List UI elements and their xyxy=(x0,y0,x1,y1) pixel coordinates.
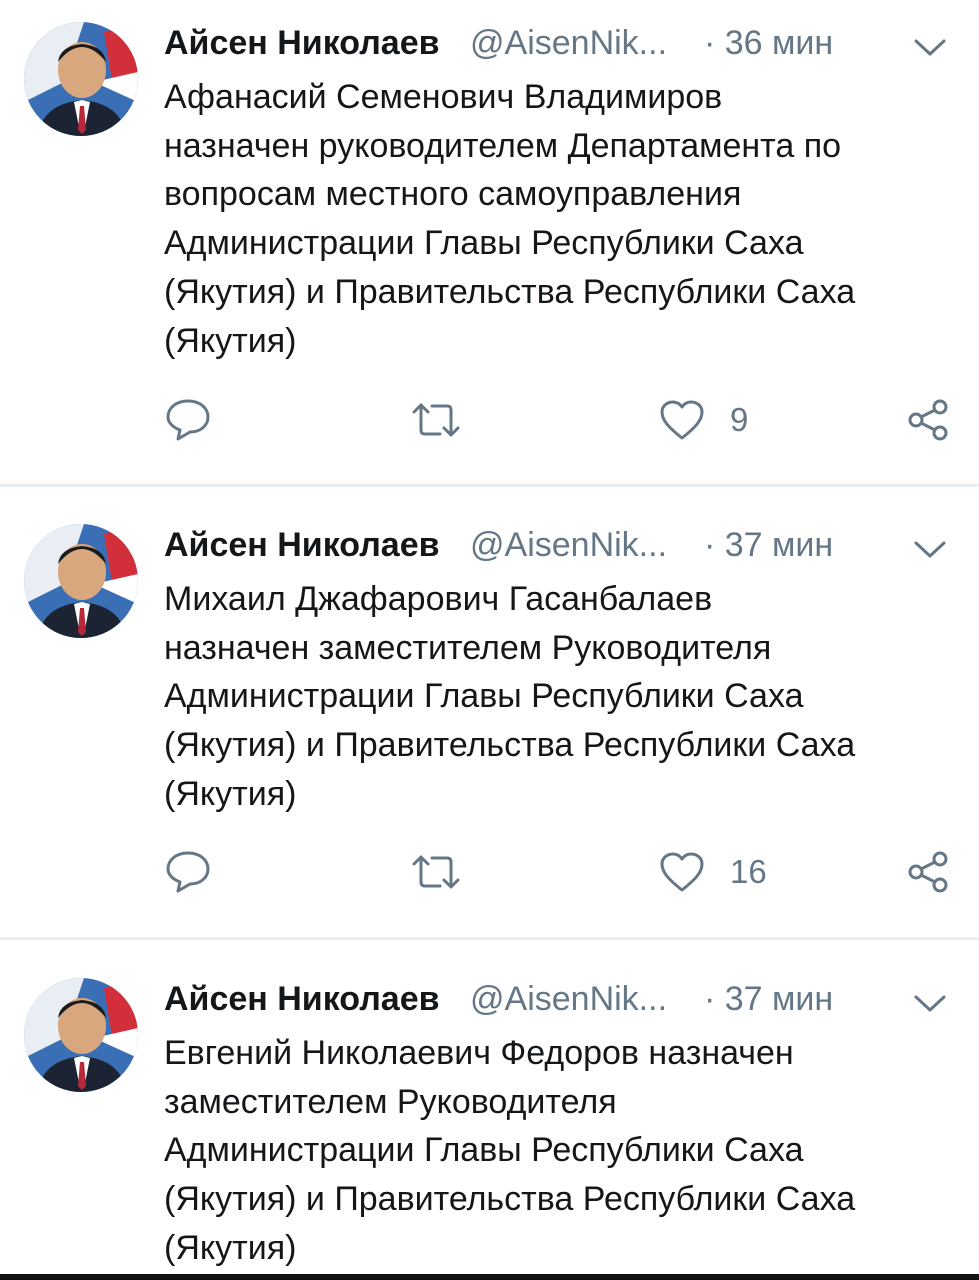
retweet-button[interactable] xyxy=(410,844,462,900)
like-count: 16 xyxy=(730,853,767,890)
retweet-icon xyxy=(410,400,462,440)
tweet-divider xyxy=(0,484,979,487)
tweet-actions: 9 xyxy=(164,392,964,448)
tweet-divider xyxy=(0,937,979,940)
tweet-text: Михаил Джафарович Гасанбалаев назначен з… xyxy=(164,580,856,813)
tweet-time[interactable]: · 37 мин xyxy=(704,976,833,1022)
tweet-time[interactable]: · 37 мин xyxy=(704,522,833,568)
author-handle[interactable]: @AisenNik... xyxy=(470,522,686,568)
chevron-down-icon[interactable] xyxy=(912,530,948,560)
author-name[interactable]: Айсен Николаев xyxy=(164,976,440,1022)
share-button[interactable] xyxy=(904,844,952,900)
tweet[interactable]: Айсен Николаев @AisenNik... · 36 мин Афа… xyxy=(0,0,979,484)
reply-button[interactable] xyxy=(164,844,212,900)
author-name[interactable]: Айсен Николаев xyxy=(164,20,440,66)
share-icon xyxy=(904,397,952,443)
tweet-actions: 16 xyxy=(164,844,964,900)
author-avatar[interactable] xyxy=(24,524,138,638)
author-handle[interactable]: @AisenNik... xyxy=(470,20,686,66)
reply-icon xyxy=(164,849,212,895)
heart-icon xyxy=(658,398,706,442)
tweet[interactable]: Айсен Николаев @AisenNik... · 37 мин Евг… xyxy=(0,956,979,1274)
tweet[interactable]: Айсен Николаев @AisenNik... · 37 мин Мих… xyxy=(0,502,979,938)
like-button[interactable]: 9 xyxy=(658,392,748,448)
tweet-text: Евгений Николаевич Федоров назначен заме… xyxy=(164,1034,856,1267)
bottom-edge xyxy=(0,1274,979,1280)
chevron-down-icon[interactable] xyxy=(912,28,948,58)
reply-button[interactable] xyxy=(164,392,212,448)
retweet-button[interactable] xyxy=(410,392,462,448)
share-button[interactable] xyxy=(904,392,952,448)
like-count: 9 xyxy=(730,401,749,438)
author-name[interactable]: Айсен Николаев xyxy=(164,522,440,568)
share-icon xyxy=(904,849,952,895)
author-avatar[interactable] xyxy=(24,22,138,136)
author-handle[interactable]: @AisenNik... xyxy=(470,976,686,1022)
tweet-text: Афанасий Семенович Владимиров назначен р… xyxy=(164,78,856,360)
like-button[interactable]: 16 xyxy=(658,844,767,900)
chevron-down-icon[interactable] xyxy=(912,984,948,1014)
reply-icon xyxy=(164,397,212,443)
author-avatar[interactable] xyxy=(24,978,138,1092)
heart-icon xyxy=(658,850,706,894)
retweet-icon xyxy=(410,852,462,892)
tweet-time[interactable]: · 36 мин xyxy=(704,20,833,66)
